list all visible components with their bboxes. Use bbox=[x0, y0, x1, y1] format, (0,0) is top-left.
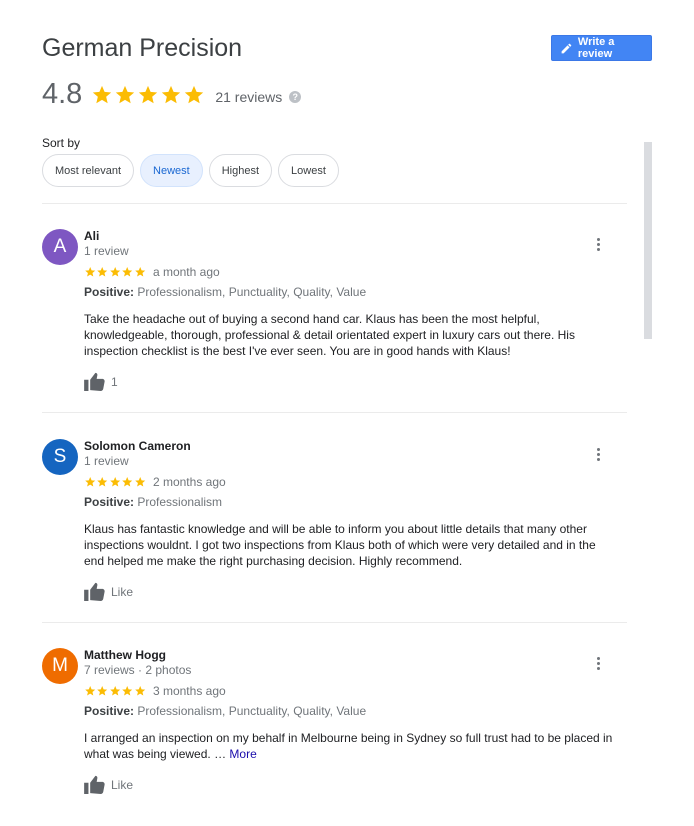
sort-chips: Most relevant Newest Highest Lowest bbox=[42, 154, 339, 187]
positive-attributes: Professionalism bbox=[134, 495, 223, 509]
like-button[interactable]: Like bbox=[84, 775, 614, 794]
star-icon bbox=[139, 85, 158, 103]
positive-attributes: Professionalism, Punctuality, Quality, V… bbox=[134, 704, 367, 718]
star-icon bbox=[122, 685, 133, 695]
help-icon[interactable]: ? bbox=[289, 90, 302, 103]
pencil-icon bbox=[561, 43, 572, 53]
star-icon bbox=[85, 476, 96, 486]
thumbs-up-icon bbox=[84, 582, 105, 601]
review-positive: Positive: Professionalism, Punctuality, … bbox=[84, 285, 614, 300]
positive-label: Positive: bbox=[84, 704, 135, 718]
divider bbox=[42, 622, 627, 623]
thumbs-up-icon bbox=[84, 775, 105, 794]
rating-summary: 4.8 21 reviews ? bbox=[42, 78, 302, 111]
like-button[interactable]: 1 bbox=[84, 372, 614, 391]
rating-stars bbox=[91, 84, 205, 106]
write-review-label: Write a review bbox=[577, 36, 615, 60]
reviewer-name[interactable]: Matthew Hogg bbox=[84, 648, 614, 662]
divider bbox=[42, 203, 627, 204]
sort-highest[interactable]: Highest bbox=[208, 154, 273, 187]
star-icon bbox=[85, 266, 96, 276]
star-icon bbox=[109, 476, 120, 486]
review-date: a month ago bbox=[152, 264, 220, 279]
review-date: 2 months ago bbox=[152, 474, 226, 489]
like-button[interactable]: Like bbox=[84, 582, 614, 601]
scrollbar-thumb[interactable] bbox=[644, 142, 652, 339]
like-label: Like bbox=[111, 777, 134, 792]
star-icon bbox=[162, 85, 181, 103]
star-icon bbox=[97, 476, 108, 486]
star-icon bbox=[122, 266, 133, 276]
review-stars bbox=[84, 685, 146, 697]
star-icon bbox=[97, 266, 108, 276]
positive-label: Positive: bbox=[84, 495, 135, 509]
star-icon bbox=[122, 476, 133, 486]
review-positive: Positive: Professionalism, Punctuality, … bbox=[84, 704, 614, 719]
write-review-button[interactable]: Write a review bbox=[551, 35, 652, 61]
thumbs-up-icon bbox=[84, 372, 105, 391]
reviewer-meta: 7 reviews · 2 photos bbox=[84, 663, 192, 677]
sort-label: Sort by bbox=[42, 136, 81, 150]
reviewer-meta: 1 review bbox=[84, 454, 129, 468]
more-options-icon[interactable] bbox=[590, 655, 606, 671]
reviewer-name[interactable]: Solomon Cameron bbox=[84, 439, 614, 453]
sort-most-relevant[interactable]: Most relevant bbox=[42, 154, 135, 187]
like-count: 1 bbox=[111, 374, 118, 389]
star-icon bbox=[97, 685, 108, 695]
more-link[interactable]: More bbox=[229, 747, 256, 761]
avatar[interactable]: A bbox=[42, 229, 78, 265]
business-title: German Precision bbox=[42, 34, 243, 62]
positive-attributes: Professionalism, Punctuality, Quality, V… bbox=[134, 285, 367, 299]
review-text: I arranged an inspection on my behalf in… bbox=[84, 730, 614, 762]
reviewer-name[interactable]: Ali bbox=[84, 229, 614, 243]
review-text: Klaus has fantastic knowledge and will b… bbox=[84, 522, 596, 568]
avatar[interactable]: M bbox=[42, 648, 78, 684]
review-date: 3 months ago bbox=[152, 683, 226, 698]
star-icon bbox=[85, 685, 96, 695]
review-text-body: I arranged an inspection on my behalf in… bbox=[84, 731, 613, 761]
rating-value: 4.8 bbox=[42, 78, 83, 110]
like-label: Like bbox=[111, 584, 134, 599]
positive-label: Positive: bbox=[84, 285, 135, 299]
ellipsis: … bbox=[214, 747, 227, 761]
reviews-count[interactable]: 21 reviews bbox=[215, 89, 282, 105]
sort-newest[interactable]: Newest bbox=[140, 154, 203, 187]
more-options-icon[interactable] bbox=[590, 446, 606, 462]
divider bbox=[42, 412, 627, 413]
sort-lowest[interactable]: Lowest bbox=[278, 154, 339, 187]
star-icon bbox=[134, 476, 145, 486]
avatar[interactable]: S bbox=[42, 439, 78, 475]
review-stars bbox=[84, 476, 146, 488]
star-icon bbox=[109, 266, 120, 276]
star-icon bbox=[93, 85, 112, 103]
more-options-icon[interactable] bbox=[590, 236, 606, 252]
star-icon bbox=[116, 85, 135, 103]
review-positive: Positive: Professionalism bbox=[84, 495, 614, 510]
star-icon bbox=[134, 685, 145, 695]
star-icon bbox=[109, 685, 120, 695]
reviewer-meta: 1 review bbox=[84, 244, 129, 258]
review-stars bbox=[84, 266, 146, 278]
star-icon bbox=[134, 266, 145, 276]
review-text: Take the headache out of buying a second… bbox=[84, 312, 575, 358]
star-icon bbox=[185, 85, 204, 103]
